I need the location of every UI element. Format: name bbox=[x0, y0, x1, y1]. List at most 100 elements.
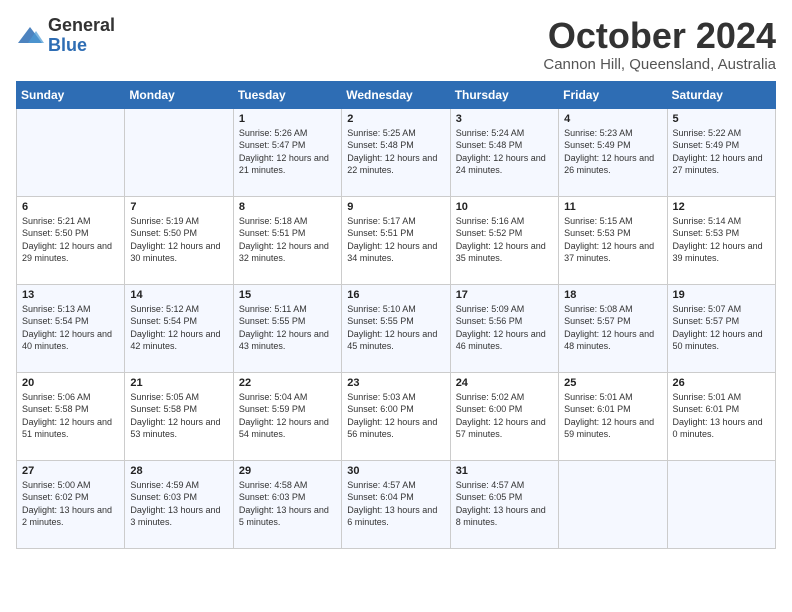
weekday-header: Monday bbox=[125, 81, 233, 108]
calendar-cell: 15 Sunrise: 5:11 AM Sunset: 5:55 PM Dayli… bbox=[233, 284, 341, 372]
calendar-cell: 18 Sunrise: 5:08 AM Sunset: 5:57 PM Dayli… bbox=[559, 284, 667, 372]
calendar-cell: 12 Sunrise: 5:14 AM Sunset: 5:53 PM Dayli… bbox=[667, 196, 775, 284]
calendar-cell: 19 Sunrise: 5:07 AM Sunset: 5:57 PM Dayli… bbox=[667, 284, 775, 372]
calendar-cell: 24 Sunrise: 5:02 AM Sunset: 6:00 PM Dayli… bbox=[450, 372, 558, 460]
calendar-week-row: 1 Sunrise: 5:26 AM Sunset: 5:47 PM Daylig… bbox=[17, 108, 776, 196]
day-number: 4 bbox=[564, 113, 661, 125]
day-number: 3 bbox=[456, 113, 553, 125]
logo-general: General bbox=[48, 16, 115, 36]
day-content: Sunrise: 5:00 AM Sunset: 6:02 PM Dayligh… bbox=[22, 479, 119, 529]
day-content: Sunrise: 5:01 AM Sunset: 6:01 PM Dayligh… bbox=[564, 391, 661, 441]
day-content: Sunrise: 5:10 AM Sunset: 5:55 PM Dayligh… bbox=[347, 303, 444, 353]
day-number: 29 bbox=[239, 465, 336, 477]
day-number: 12 bbox=[673, 201, 770, 213]
weekday-header: Thursday bbox=[450, 81, 558, 108]
day-number: 24 bbox=[456, 377, 553, 389]
day-content: Sunrise: 5:07 AM Sunset: 5:57 PM Dayligh… bbox=[673, 303, 770, 353]
day-number: 10 bbox=[456, 201, 553, 213]
day-number: 18 bbox=[564, 289, 661, 301]
day-number: 31 bbox=[456, 465, 553, 477]
day-number: 19 bbox=[673, 289, 770, 301]
weekday-header-row: SundayMondayTuesdayWednesdayThursdayFrid… bbox=[17, 81, 776, 108]
calendar-cell bbox=[125, 108, 233, 196]
day-content: Sunrise: 5:19 AM Sunset: 5:50 PM Dayligh… bbox=[130, 215, 227, 265]
calendar-cell: 8Sunrise: 5:18 AM Sunset: 5:51 PM Daylig… bbox=[233, 196, 341, 284]
calendar-week-row: 6 Sunrise: 5:21 AM Sunset: 5:50 PM Daylig… bbox=[17, 196, 776, 284]
day-content: Sunrise: 5:01 AM Sunset: 6:01 PM Dayligh… bbox=[673, 391, 770, 441]
calendar-cell: 27 Sunrise: 5:00 AM Sunset: 6:02 PM Dayli… bbox=[17, 460, 125, 548]
day-content: Sunrise: 5:11 AM Sunset: 5:55 PM Dayligh… bbox=[239, 303, 336, 353]
month-title: October 2024 bbox=[543, 16, 776, 56]
day-content: Sunrise: 4:58 AM Sunset: 6:03 PM Dayligh… bbox=[239, 479, 336, 529]
calendar-cell: 5 Sunrise: 5:22 AM Sunset: 5:49 PM Daylig… bbox=[667, 108, 775, 196]
day-content: Sunrise: 5:14 AM Sunset: 5:53 PM Dayligh… bbox=[673, 215, 770, 265]
calendar-cell: 21Sunrise: 5:05 AM Sunset: 5:58 PM Dayli… bbox=[125, 372, 233, 460]
day-number: 6 bbox=[22, 201, 119, 213]
calendar-cell: 14Sunrise: 5:12 AM Sunset: 5:54 PM Dayli… bbox=[125, 284, 233, 372]
day-number: 11 bbox=[564, 201, 661, 213]
day-number: 5 bbox=[673, 113, 770, 125]
day-content: Sunrise: 5:15 AM Sunset: 5:53 PM Dayligh… bbox=[564, 215, 661, 265]
day-content: Sunrise: 5:06 AM Sunset: 5:58 PM Dayligh… bbox=[22, 391, 119, 441]
day-content: Sunrise: 5:22 AM Sunset: 5:49 PM Dayligh… bbox=[673, 127, 770, 177]
page-header: General Blue October 2024 Cannon Hill, Q… bbox=[16, 16, 776, 73]
calendar-cell bbox=[667, 460, 775, 548]
calendar-cell: 16 Sunrise: 5:10 AM Sunset: 5:55 PM Dayli… bbox=[342, 284, 450, 372]
day-number: 9 bbox=[347, 201, 444, 213]
day-content: Sunrise: 5:24 AM Sunset: 5:48 PM Dayligh… bbox=[456, 127, 553, 177]
weekday-header: Saturday bbox=[667, 81, 775, 108]
calendar-cell bbox=[17, 108, 125, 196]
calendar-cell: 30Sunrise: 4:57 AM Sunset: 6:04 PM Dayli… bbox=[342, 460, 450, 548]
day-number: 27 bbox=[22, 465, 119, 477]
calendar-week-row: 20 Sunrise: 5:06 AM Sunset: 5:58 PM Dayli… bbox=[17, 372, 776, 460]
day-number: 2 bbox=[347, 113, 444, 125]
day-number: 21 bbox=[130, 377, 227, 389]
day-content: Sunrise: 5:16 AM Sunset: 5:52 PM Dayligh… bbox=[456, 215, 553, 265]
day-content: Sunrise: 5:23 AM Sunset: 5:49 PM Dayligh… bbox=[564, 127, 661, 177]
day-content: Sunrise: 4:57 AM Sunset: 6:05 PM Dayligh… bbox=[456, 479, 553, 529]
day-content: Sunrise: 5:26 AM Sunset: 5:47 PM Dayligh… bbox=[239, 127, 336, 177]
calendar-cell: 2 Sunrise: 5:25 AM Sunset: 5:48 PM Daylig… bbox=[342, 108, 450, 196]
calendar-cell: 28Sunrise: 4:59 AM Sunset: 6:03 PM Dayli… bbox=[125, 460, 233, 548]
logo-icon bbox=[16, 25, 44, 47]
calendar-cell: 25 Sunrise: 5:01 AM Sunset: 6:01 PM Dayli… bbox=[559, 372, 667, 460]
day-number: 17 bbox=[456, 289, 553, 301]
calendar-cell: 20 Sunrise: 5:06 AM Sunset: 5:58 PM Dayli… bbox=[17, 372, 125, 460]
day-content: Sunrise: 5:02 AM Sunset: 6:00 PM Dayligh… bbox=[456, 391, 553, 441]
day-content: Sunrise: 5:09 AM Sunset: 5:56 PM Dayligh… bbox=[456, 303, 553, 353]
day-content: Sunrise: 5:25 AM Sunset: 5:48 PM Dayligh… bbox=[347, 127, 444, 177]
day-content: Sunrise: 5:13 AM Sunset: 5:54 PM Dayligh… bbox=[22, 303, 119, 353]
calendar-week-row: 13 Sunrise: 5:13 AM Sunset: 5:54 PM Dayli… bbox=[17, 284, 776, 372]
calendar-cell: 31 Sunrise: 4:57 AM Sunset: 6:05 PM Dayli… bbox=[450, 460, 558, 548]
calendar-cell: 3 Sunrise: 5:24 AM Sunset: 5:48 PM Daylig… bbox=[450, 108, 558, 196]
calendar-cell: 9 Sunrise: 5:17 AM Sunset: 5:51 PM Daylig… bbox=[342, 196, 450, 284]
day-number: 13 bbox=[22, 289, 119, 301]
calendar-cell: 23Sunrise: 5:03 AM Sunset: 6:00 PM Dayli… bbox=[342, 372, 450, 460]
day-content: Sunrise: 5:21 AM Sunset: 5:50 PM Dayligh… bbox=[22, 215, 119, 265]
calendar-table: SundayMondayTuesdayWednesdayThursdayFrid… bbox=[16, 81, 776, 549]
calendar-cell bbox=[559, 460, 667, 548]
day-content: Sunrise: 5:17 AM Sunset: 5:51 PM Dayligh… bbox=[347, 215, 444, 265]
day-content: Sunrise: 4:57 AM Sunset: 6:04 PM Dayligh… bbox=[347, 479, 444, 529]
day-content: Sunrise: 5:08 AM Sunset: 5:57 PM Dayligh… bbox=[564, 303, 661, 353]
calendar-cell: 13 Sunrise: 5:13 AM Sunset: 5:54 PM Dayli… bbox=[17, 284, 125, 372]
day-number: 1 bbox=[239, 113, 336, 125]
calendar-cell: 22 Sunrise: 5:04 AM Sunset: 5:59 PM Dayli… bbox=[233, 372, 341, 460]
calendar-cell: 7Sunrise: 5:19 AM Sunset: 5:50 PM Daylig… bbox=[125, 196, 233, 284]
calendar-week-row: 27 Sunrise: 5:00 AM Sunset: 6:02 PM Dayli… bbox=[17, 460, 776, 548]
day-number: 16 bbox=[347, 289, 444, 301]
day-number: 25 bbox=[564, 377, 661, 389]
calendar-cell: 4 Sunrise: 5:23 AM Sunset: 5:49 PM Daylig… bbox=[559, 108, 667, 196]
day-content: Sunrise: 5:04 AM Sunset: 5:59 PM Dayligh… bbox=[239, 391, 336, 441]
day-number: 20 bbox=[22, 377, 119, 389]
day-number: 22 bbox=[239, 377, 336, 389]
day-content: Sunrise: 4:59 AM Sunset: 6:03 PM Dayligh… bbox=[130, 479, 227, 529]
weekday-header: Wednesday bbox=[342, 81, 450, 108]
weekday-header: Friday bbox=[559, 81, 667, 108]
day-number: 15 bbox=[239, 289, 336, 301]
calendar-cell: 26 Sunrise: 5:01 AM Sunset: 6:01 PM Dayli… bbox=[667, 372, 775, 460]
day-number: 26 bbox=[673, 377, 770, 389]
logo: General Blue bbox=[16, 16, 115, 56]
day-content: Sunrise: 5:12 AM Sunset: 5:54 PM Dayligh… bbox=[130, 303, 227, 353]
weekday-header: Tuesday bbox=[233, 81, 341, 108]
